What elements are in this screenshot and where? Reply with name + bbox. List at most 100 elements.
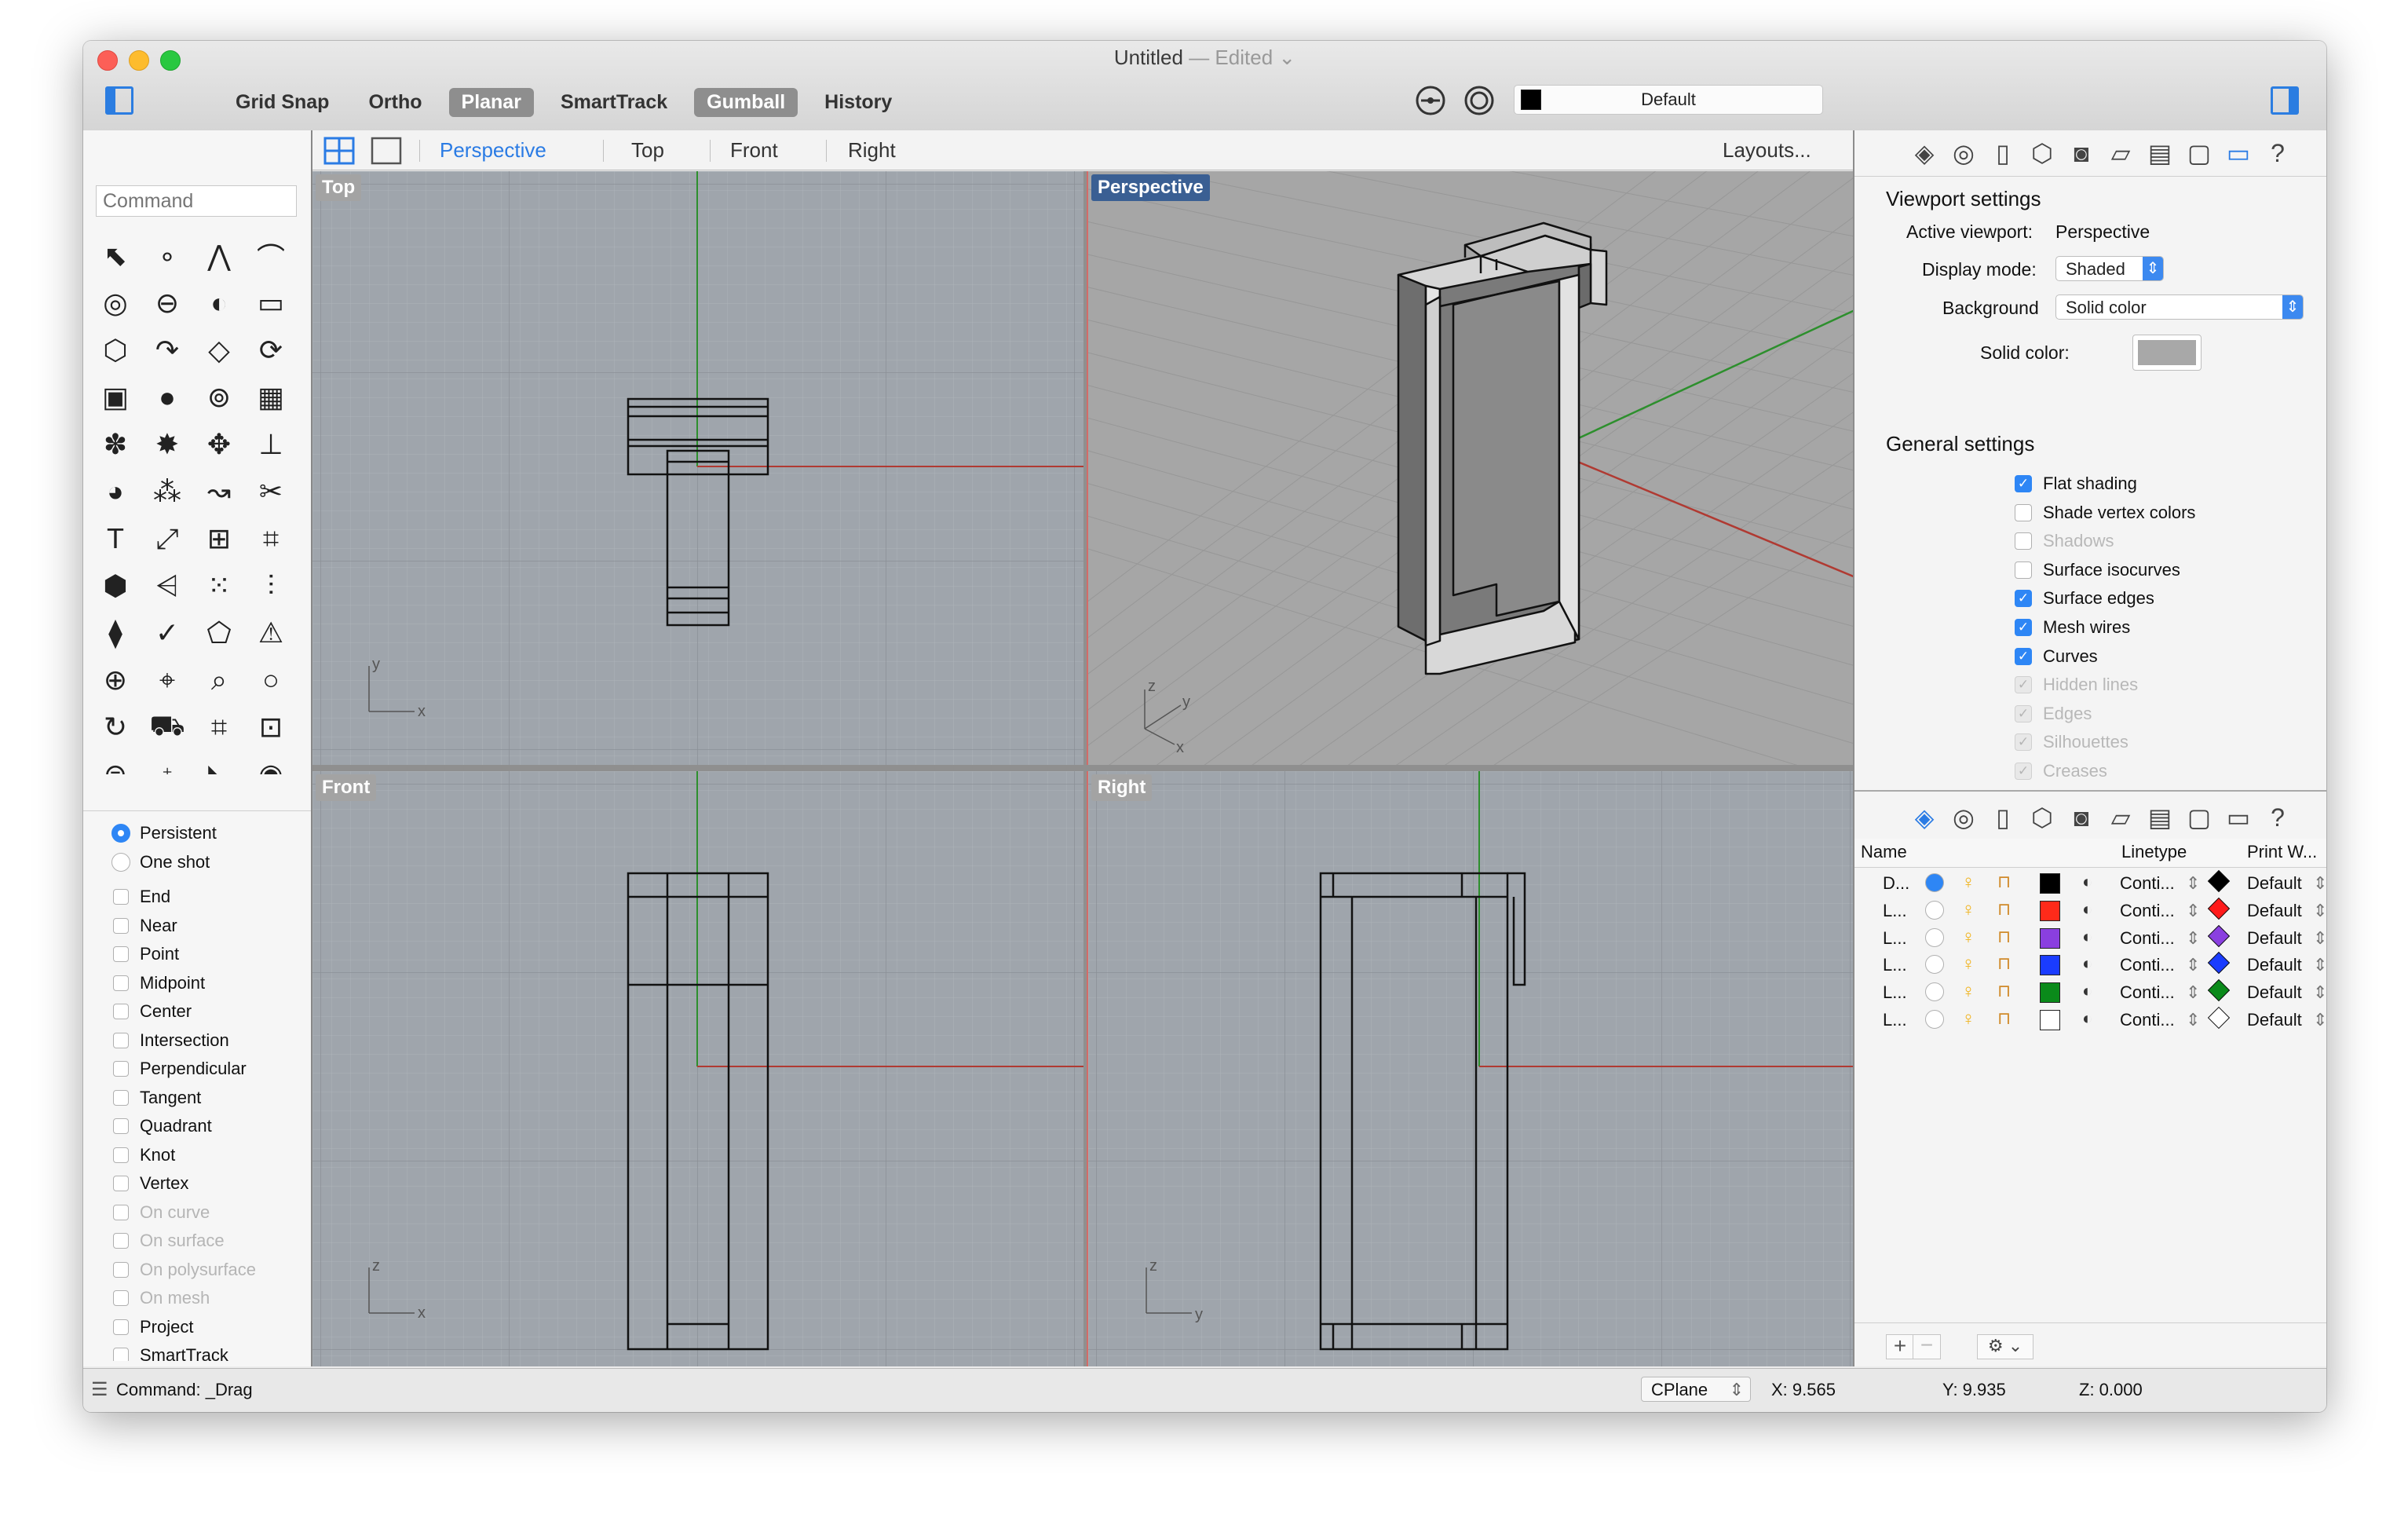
- layer-color-swatch[interactable]: [2040, 982, 2060, 1004]
- frame-tab-icon[interactable]: ▢: [2180, 803, 2219, 832]
- print-width-stepper-icon[interactable]: ⇕: [2313, 901, 2326, 921]
- text-tool-icon[interactable]: T: [91, 515, 140, 562]
- cplane-select[interactable]: CPlane ⇕: [1641, 1377, 1751, 1402]
- linetype-stepper-icon[interactable]: ⇕: [2186, 955, 2200, 975]
- layers-tab-icon[interactable]: ◈: [1905, 803, 1944, 832]
- osnap-one-shot-option[interactable]: One shot: [83, 848, 311, 877]
- edited-status[interactable]: — Edited ⌄: [1189, 46, 1295, 69]
- persistent-radio[interactable]: [111, 824, 130, 843]
- polyline-tool-icon[interactable]: ⋀: [195, 232, 243, 280]
- mesh-tool-icon[interactable]: ▦: [247, 374, 295, 421]
- layer-print-width[interactable]: Default: [2247, 982, 2302, 1003]
- layer-row[interactable]: L... ♀ ⊓ ◐ Conti... ⇕ Default ⇕: [1854, 897, 2326, 924]
- surface-tool-icon[interactable]: ◇: [195, 327, 243, 374]
- print-color-diamond[interactable]: [2207, 952, 2231, 975]
- layer-color-swatch[interactable]: [2040, 955, 2060, 976]
- osnap-checkbox[interactable]: [113, 975, 129, 991]
- point-tool-icon[interactable]: ∘: [143, 232, 192, 280]
- snap-tool-icon[interactable]: ⊡: [247, 704, 295, 751]
- layer-material-icon[interactable]: ◐: [2082, 872, 2092, 892]
- select-tool-icon[interactable]: ⬉: [91, 232, 140, 280]
- light-tool-icon[interactable]: ⚠: [247, 609, 295, 657]
- general-setting-item[interactable]: ✓ Surface edges: [2015, 584, 2154, 613]
- osnap-item[interactable]: End: [83, 883, 311, 912]
- osnap-checkbox[interactable]: [113, 1348, 129, 1361]
- record-history-icon[interactable]: [1462, 83, 1496, 118]
- sphere-tool-icon[interactable]: ●: [143, 374, 192, 421]
- circle-tool-icon[interactable]: ◎: [91, 280, 140, 327]
- sweep-tool-icon[interactable]: ⟳: [247, 327, 295, 374]
- current-layer-radio[interactable]: [1925, 982, 1944, 1002]
- layer-lock-icon[interactable]: ⊓: [1997, 927, 2011, 947]
- layer-visible-lightbulb-icon[interactable]: ♀: [1961, 872, 1975, 894]
- shell-tool-icon[interactable]: ⬠: [195, 609, 243, 657]
- toggle-left-sidebar-icon[interactable]: [105, 86, 133, 115]
- tab-right[interactable]: Right: [848, 138, 896, 163]
- tab-top[interactable]: Top: [631, 138, 664, 163]
- zoom-in-tool-icon[interactable]: ⊕: [91, 657, 140, 704]
- remove-layer-button[interactable]: −: [1913, 1334, 1941, 1359]
- layouts-button[interactable]: Layouts...: [1723, 138, 1811, 163]
- scale-tool-icon[interactable]: ⤢: [143, 515, 192, 562]
- layer-color-swatch[interactable]: [2040, 1010, 2060, 1030]
- layer-print-width[interactable]: Default: [2247, 928, 2302, 949]
- general-setting-checkbox[interactable]: ✓: [2015, 647, 2032, 665]
- col-print-width[interactable]: Print W...: [2247, 842, 2317, 862]
- zoom-tool-icon[interactable]: ○: [247, 657, 295, 704]
- osnap-checkbox[interactable]: [113, 1319, 129, 1335]
- print-width-stepper-icon[interactable]: ⇕: [2313, 928, 2326, 949]
- lock-tool-icon[interactable]: ⊜: [91, 751, 140, 774]
- one-shot-radio[interactable]: [111, 852, 130, 872]
- grid-tool-icon[interactable]: ⌗: [195, 704, 243, 751]
- rectangle-tool-icon[interactable]: ▭: [247, 280, 295, 327]
- layer-name[interactable]: D...: [1883, 873, 1909, 894]
- current-layer-radio[interactable]: [1925, 927, 1944, 947]
- osnap-item[interactable]: On mesh: [83, 1284, 311, 1313]
- col-name[interactable]: Name: [1861, 842, 1907, 862]
- array-tool-icon[interactable]: ⊞: [195, 515, 243, 562]
- osnap-item[interactable]: Knot: [83, 1141, 311, 1170]
- ortho-button[interactable]: Ortho: [356, 88, 434, 117]
- dimension-tool-icon[interactable]: ⌗: [247, 515, 295, 562]
- layer-linetype[interactable]: Conti...: [2120, 1010, 2175, 1030]
- notes-tab-icon[interactable]: ▤: [2140, 803, 2180, 832]
- align-tool-icon[interactable]: ⫶: [247, 562, 295, 609]
- layer-name[interactable]: L...: [1883, 982, 1907, 1003]
- osnap-checkbox[interactable]: [113, 1261, 129, 1278]
- osnap-item[interactable]: On curve: [83, 1198, 311, 1227]
- print-color-diamond[interactable]: [2207, 979, 2231, 1002]
- perspective-viewport[interactable]: z y x Perspective: [1087, 171, 1884, 765]
- single-viewport-icon[interactable]: [371, 137, 402, 165]
- osnap-checkbox[interactable]: [113, 917, 129, 934]
- layer-lock-icon[interactable]: ⊓: [1997, 953, 2011, 974]
- grid-array-tool-icon[interactable]: ⁙: [195, 562, 243, 609]
- general-setting-checkbox[interactable]: [2015, 503, 2032, 521]
- layer-row[interactable]: D... ♀ ⊓ ◐ Conti... ⇕ Default ⇕: [1854, 869, 2326, 897]
- layer-name[interactable]: L...: [1883, 1010, 1907, 1030]
- general-setting-checkbox[interactable]: [2015, 561, 2032, 579]
- osnap-item[interactable]: Point: [83, 940, 311, 969]
- layer-options-gear-icon[interactable]: ⚙ ⌄: [1977, 1334, 2033, 1359]
- osnap-item[interactable]: Tangent: [83, 1084, 311, 1113]
- layer-linetype[interactable]: Conti...: [2120, 928, 2175, 949]
- layer-lock-icon[interactable]: ⊓: [1997, 899, 2011, 920]
- curve-tool-icon[interactable]: ⌒: [247, 232, 295, 280]
- layer-lock-icon[interactable]: ⊓: [1997, 1008, 2011, 1029]
- add-layer-button[interactable]: +: [1886, 1334, 1914, 1359]
- osnap-checkbox[interactable]: [113, 1233, 129, 1249]
- color-wheel-tool-icon[interactable]: ◉: [247, 751, 295, 774]
- explode-tool-icon[interactable]: ✸: [143, 421, 192, 468]
- osnap-toggle-icon[interactable]: [1413, 83, 1448, 118]
- osnap-checkbox[interactable]: [113, 946, 129, 963]
- toggle-right-sidebar-icon[interactable]: [2271, 86, 2299, 115]
- osnap-checkbox[interactable]: [113, 1061, 129, 1077]
- osnap-item[interactable]: On polysurface: [83, 1256, 311, 1285]
- layer-material-icon[interactable]: ◐: [2082, 953, 2092, 974]
- check-tool-icon[interactable]: ✓: [143, 609, 192, 657]
- current-layer-radio[interactable]: [1925, 955, 1944, 975]
- osnap-item[interactable]: Center: [83, 997, 311, 1026]
- front-viewport[interactable]: z x Front: [312, 771, 1083, 1366]
- print-width-stepper-icon[interactable]: ⇕: [2313, 955, 2326, 975]
- right-viewport-title[interactable]: Right: [1091, 774, 1153, 801]
- osnap-item[interactable]: Vertex: [83, 1169, 311, 1198]
